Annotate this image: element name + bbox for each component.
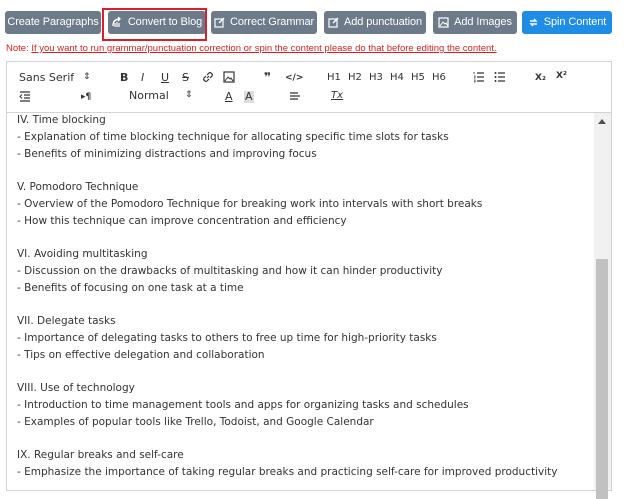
content-heading-line: VI. Avoiding multitasking: [17, 248, 148, 260]
editor-toolbar: Sans Serif ⇕ B I U S ❞ </> H1 H2 H3 H4 H…: [7, 62, 611, 113]
spin-content-button[interactable]: Spin Content: [522, 11, 612, 34]
rtl-direction-button[interactable]: ▸¶: [81, 91, 91, 103]
subscript-button[interactable]: X₂: [535, 72, 546, 84]
spin-content-label: Spin Content: [543, 16, 607, 28]
edit-icon: [328, 17, 339, 28]
correct-grammar-label: Correct Grammar: [229, 16, 315, 28]
add-images-button[interactable]: Add Images: [433, 11, 517, 34]
align-icon[interactable]: [289, 91, 301, 106]
content-bullet-line: - Importance of delegating tasks to othe…: [17, 331, 437, 344]
header-6-button[interactable]: H6: [432, 72, 446, 84]
add-images-label: Add Images: [454, 16, 512, 28]
vertical-scrollbar[interactable]: [594, 113, 611, 499]
content-heading-line: VIII. Use of technology: [17, 382, 135, 394]
content-bullet-line: - Tips on effective delegation and colla…: [17, 348, 265, 361]
convert-icon: [112, 17, 123, 28]
indent-icon[interactable]: [19, 91, 31, 106]
content-bullet-line: - Benefits of focusing on one task at a …: [17, 281, 244, 294]
convert-to-blog-button[interactable]: Convert to Blog: [108, 11, 206, 34]
quote-button[interactable]: ❞: [264, 71, 271, 83]
superscript-button[interactable]: X²: [556, 70, 567, 82]
note-prefix: Note:: [6, 43, 32, 54]
size-select[interactable]: Normal: [129, 90, 169, 102]
bullet-list-icon[interactable]: [494, 71, 506, 87]
header-1-button[interactable]: H1: [327, 72, 341, 84]
spin-icon: [528, 17, 539, 28]
add-punctuation-button[interactable]: Add punctuation: [324, 11, 426, 34]
image-icon: [438, 17, 449, 28]
convert-to-blog-label: Convert to Blog: [127, 16, 203, 28]
note-text: Note: If you want to run grammar/punctua…: [6, 43, 497, 54]
link-icon[interactable]: [202, 71, 214, 87]
correct-grammar-button[interactable]: Correct Grammar: [211, 11, 317, 34]
image-icon[interactable]: [223, 71, 235, 87]
content-bullet-line: - Introduction to time management tools …: [17, 398, 469, 411]
content-heading-line: VII. Delegate tasks: [17, 315, 116, 327]
content-bullet-line: - How this technique can improve concent…: [17, 214, 347, 227]
font-select[interactable]: Sans Serif: [19, 72, 74, 84]
edit-icon: [214, 17, 225, 28]
note-message[interactable]: If you want to run grammar/punctuation c…: [31, 43, 496, 54]
bold-button[interactable]: B: [120, 72, 128, 84]
ordered-list-icon[interactable]: [473, 71, 485, 87]
content-bullet-line: - Emphasize the importance of taking reg…: [17, 465, 558, 478]
content-heading-line: V. Pomodoro Technique: [17, 181, 139, 193]
header-4-button[interactable]: H4: [390, 72, 404, 84]
create-paragraphs-label: Create Paragraphs: [7, 16, 99, 28]
header-2-button[interactable]: H2: [348, 72, 362, 84]
scroll-up-arrow-icon[interactable]: [598, 119, 606, 124]
code-button[interactable]: </>: [285, 72, 303, 84]
content-heading-line: IX. Regular breaks and self-care: [17, 449, 184, 461]
scrollbar-thumb[interactable]: [596, 259, 608, 499]
underline-button[interactable]: U: [161, 72, 169, 84]
background-color-button[interactable]: A: [244, 91, 254, 103]
header-3-button[interactable]: H3: [369, 72, 383, 84]
content-bullet-line: - Benefits of minimizing distractions an…: [17, 147, 317, 160]
content-heading-line: IV. Time blocking: [17, 114, 106, 126]
font-select-arrow-icon: ⇕: [83, 72, 91, 82]
content-bullet-line: - Discussion on the drawbacks of multita…: [17, 264, 443, 277]
text-color-button[interactable]: A: [225, 91, 233, 103]
clean-format-button[interactable]: Tx: [331, 90, 343, 102]
size-select-arrow-icon: ⇕: [185, 90, 193, 100]
add-punctuation-label: Add punctuation: [343, 16, 422, 28]
italic-button[interactable]: I: [141, 72, 144, 84]
header-5-button[interactable]: H5: [411, 72, 425, 84]
strike-button[interactable]: S: [182, 72, 189, 84]
content-bullet-line: - Explanation of time blocking technique…: [17, 130, 449, 143]
content-bullet-line: - Overview of the Pomodoro Technique for…: [17, 197, 483, 210]
rich-text-editor: Sans Serif ⇕ B I U S ❞ </> H1 H2 H3 H4 H…: [6, 61, 612, 499]
editor-content[interactable]: IV. Time blocking - Explanation of time b…: [7, 113, 593, 490]
create-paragraphs-button[interactable]: Create Paragraphs: [5, 11, 101, 34]
content-bullet-line: - Examples of popular tools like Trello,…: [17, 415, 374, 428]
